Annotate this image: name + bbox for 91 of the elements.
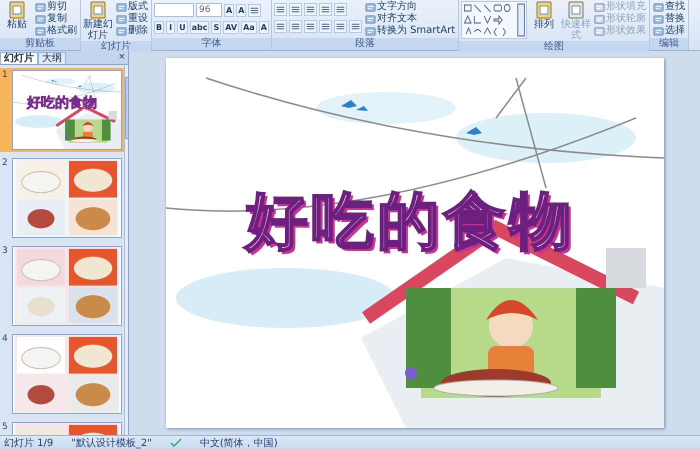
shapes-gallery[interactable]	[461, 1, 528, 39]
toolbar-icon	[364, 14, 376, 24]
toolbar-icon	[35, 2, 46, 12]
slide-number: 5	[1, 422, 9, 433]
toolbar-button[interactable]	[334, 3, 347, 16]
slide-title: 好吃的食物	[246, 186, 576, 256]
ribbon-button[interactable]: 剪切	[34, 1, 78, 13]
document-icon	[535, 1, 554, 19]
ribbon-button[interactable]: 粘贴	[2, 1, 32, 30]
ribbon-button[interactable]: 格式刷	[34, 25, 78, 37]
lines-icon	[276, 22, 285, 31]
lines-icon	[336, 22, 345, 31]
ribbon-button[interactable]: 排列	[529, 1, 560, 30]
toolbar-button[interactable]	[248, 4, 262, 16]
font-field[interactable]	[154, 3, 194, 17]
toolbar-icon	[35, 14, 46, 24]
ribbon-button[interactable]: 版式	[115, 1, 149, 13]
format-button[interactable]: abc	[190, 21, 210, 34]
format-button[interactable]: B	[154, 21, 164, 34]
ribbon-button[interactable]: 重设	[115, 13, 149, 25]
lines-icon	[336, 5, 345, 14]
panel-tab[interactable]: 大纲	[38, 52, 66, 64]
ribbon-button[interactable]: 对齐文本	[364, 13, 456, 25]
toolbar-icon	[653, 14, 664, 24]
toolbar-button[interactable]	[318, 20, 332, 33]
toolbar-button[interactable]	[348, 20, 362, 33]
ribbon-button[interactable]: 选择	[652, 25, 686, 37]
ribbon-button[interactable]: 新建幻灯片	[83, 1, 113, 41]
toolbar-button[interactable]	[318, 3, 332, 16]
toolbar-button[interactable]	[274, 20, 287, 33]
toolbar-button[interactable]	[334, 20, 347, 33]
format-button[interactable]: A	[258, 21, 269, 34]
toolbar-icon	[653, 26, 664, 36]
lines-icon	[290, 22, 300, 31]
toolbar-button[interactable]	[304, 3, 317, 16]
toolbar-icon	[594, 26, 606, 36]
format-button[interactable]: AV	[223, 21, 240, 34]
ribbon-button[interactable]: 复制	[34, 13, 78, 25]
lines-icon	[320, 5, 330, 14]
document-icon	[8, 1, 26, 19]
toolbar-icon	[364, 2, 376, 12]
ribbon-button[interactable]: 替换	[652, 13, 686, 25]
lines-icon	[306, 5, 315, 14]
group-label: 绘图	[459, 41, 650, 53]
ribbon-button[interactable]: 文字方向	[364, 1, 456, 13]
lines-icon	[306, 22, 315, 31]
format-button[interactable]: A	[236, 4, 246, 16]
group-label: 剪贴板	[0, 38, 80, 50]
ribbon-button[interactable]: 删除	[115, 25, 149, 37]
lines-icon	[290, 5, 300, 14]
toolbar-button[interactable]	[274, 3, 287, 16]
slide-number: 2	[1, 158, 9, 169]
spellcheck-icon[interactable]	[170, 438, 182, 448]
group-label: 字体	[152, 38, 271, 50]
font-size-field[interactable]: 96	[196, 3, 222, 17]
toolbar-icon	[594, 2, 606, 12]
ribbon-button[interactable]: 查找	[652, 1, 686, 13]
format-button[interactable]: U	[177, 21, 188, 34]
toolbar-button[interactable]	[288, 20, 302, 33]
format-button[interactable]: Aa	[241, 21, 257, 34]
lines-icon	[350, 22, 360, 31]
toolbar-button[interactable]	[304, 20, 317, 33]
slide-indicator: 幻灯片 1/9	[4, 436, 54, 449]
ribbon-button[interactable]: 转换为 SmartArt	[364, 25, 456, 37]
format-button[interactable]: S	[211, 21, 222, 34]
slide-number: 3	[1, 246, 9, 257]
format-button[interactable]: I	[166, 21, 176, 34]
slide-thumbnail[interactable]: 1 好吃的食物	[0, 68, 124, 152]
group-label: 段落	[272, 38, 458, 50]
thumbnail-title: 好吃的食物	[27, 95, 97, 111]
toolbar-icon	[35, 26, 46, 36]
toolbar-icon	[116, 14, 127, 24]
format-button[interactable]: A	[224, 4, 234, 16]
lines-icon	[250, 6, 260, 14]
toolbar-icon	[594, 14, 606, 24]
slide-number: 4	[1, 334, 9, 345]
theme-name: "默认设计模板_2"	[71, 436, 152, 449]
language-indicator: 中文(简体，中国)	[200, 436, 278, 449]
toolbar-icon	[116, 26, 127, 36]
lines-icon	[276, 5, 285, 14]
toolbar-icon	[364, 26, 376, 36]
group-label: 编辑	[650, 38, 688, 50]
toolbar-icon	[653, 2, 664, 12]
document-icon	[89, 1, 107, 19]
toolbar-button[interactable]	[288, 3, 302, 16]
lines-icon	[320, 22, 330, 31]
close-button[interactable]: ×	[116, 52, 128, 63]
toolbar-icon	[116, 2, 127, 12]
slide-number: 1	[1, 70, 9, 81]
document-icon	[567, 1, 586, 19]
panel-tab[interactable]: 幻灯片	[0, 52, 38, 64]
